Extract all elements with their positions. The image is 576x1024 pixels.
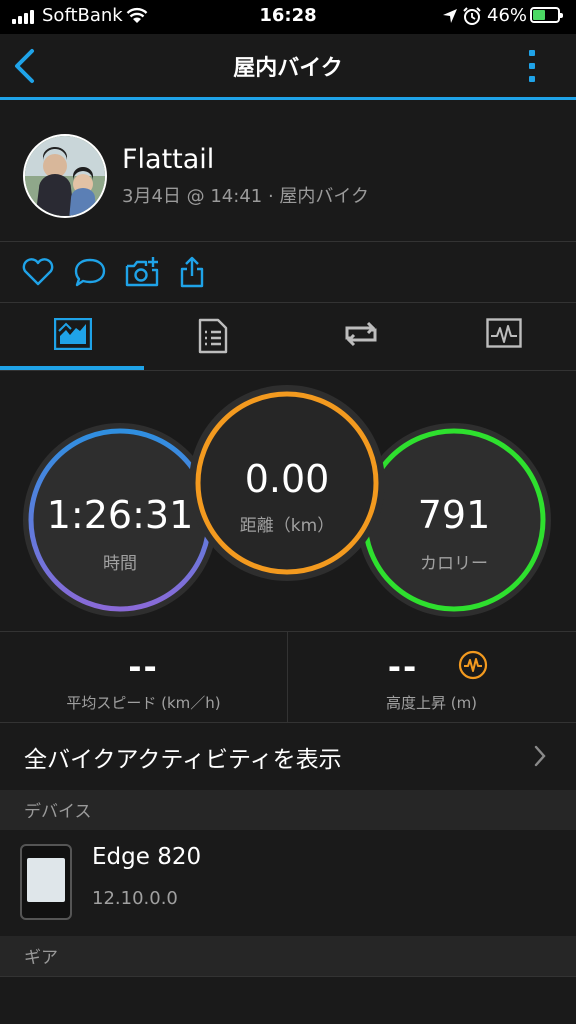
page-title: 屋内バイク	[233, 56, 343, 81]
navigation-bar: 屋内バイク	[0, 34, 576, 98]
gear-section-header: ギア	[0, 936, 576, 976]
time-summary: 1:26:31 時間	[23, 423, 217, 617]
avg-speed-value: --	[128, 648, 159, 686]
laps-loop-icon	[345, 321, 377, 347]
device-row[interactable]: Edge 820 12.10.0.0	[0, 830, 576, 938]
heart-icon[interactable]	[20, 254, 56, 290]
tab-laps[interactable]	[288, 310, 432, 370]
avg-speed-label: 平均スピード (km／h)	[66, 694, 221, 712]
show-all-bike-activities-link[interactable]: 全バイクアクティビティを表示	[0, 722, 576, 790]
alarm-icon	[463, 7, 481, 25]
calorie-value: 791	[417, 493, 491, 537]
distance-summary: 0.00 距離（km）	[189, 385, 385, 581]
divider	[0, 370, 576, 371]
device-name: Edge 820	[92, 844, 202, 870]
battery-icon	[530, 7, 563, 23]
chevron-right-icon	[534, 745, 546, 767]
location-arrow-icon	[443, 9, 457, 23]
summary-circles: 1:26:31 時間 0.00 距離（km） 791 カロリー	[0, 380, 576, 630]
avatar[interactable]	[23, 134, 107, 218]
tab-graphs[interactable]	[432, 310, 576, 370]
show-all-label: 全バイクアクティビティを表示	[24, 747, 342, 773]
elevation-info-icon[interactable]	[458, 650, 488, 680]
calorie-summary: 791 カロリー	[357, 423, 551, 617]
distance-value: 0.00	[244, 457, 330, 501]
devices-section-header: デバイス	[0, 790, 576, 830]
battery-percent: 46%	[487, 5, 528, 26]
user-name[interactable]: Flattail	[122, 144, 214, 175]
divider	[0, 302, 576, 303]
devices-section-title: デバイス	[24, 802, 92, 822]
distance-label: 距離（km）	[239, 516, 335, 536]
tab-stats[interactable]	[0, 310, 144, 370]
graph-icon	[486, 318, 522, 348]
tab-details[interactable]	[144, 310, 288, 370]
device-version: 12.10.0.0	[92, 888, 178, 909]
elevation-gain-label: 高度上昇 (m)	[385, 694, 478, 712]
comment-icon[interactable]	[72, 254, 108, 290]
elevation-gain-stat[interactable]: -- 高度上昇 (m)	[288, 632, 575, 722]
device-image	[20, 844, 72, 920]
calorie-label: カロリー	[420, 554, 488, 574]
avg-speed-stat: -- 平均スピード (km／h)	[0, 632, 287, 722]
divider	[0, 241, 576, 242]
add-photo-icon[interactable]	[124, 254, 160, 290]
stats-chart-icon	[54, 318, 92, 350]
share-icon[interactable]	[174, 254, 210, 290]
divider	[0, 976, 576, 977]
time-label: 時間	[103, 554, 137, 574]
details-list-icon	[198, 318, 228, 354]
status-bar: SoftBank 16:28 46%	[0, 0, 576, 34]
more-options-icon[interactable]	[524, 46, 540, 86]
activity-content: Flattail 3月4日 @ 14:41 · 屋内バイク 1:26:31 時間…	[0, 100, 576, 1024]
time-value: 1:26:31	[46, 493, 194, 537]
activity-meta: 3月4日 @ 14:41 · 屋内バイク	[122, 186, 370, 207]
gear-section-title: ギア	[24, 948, 58, 968]
